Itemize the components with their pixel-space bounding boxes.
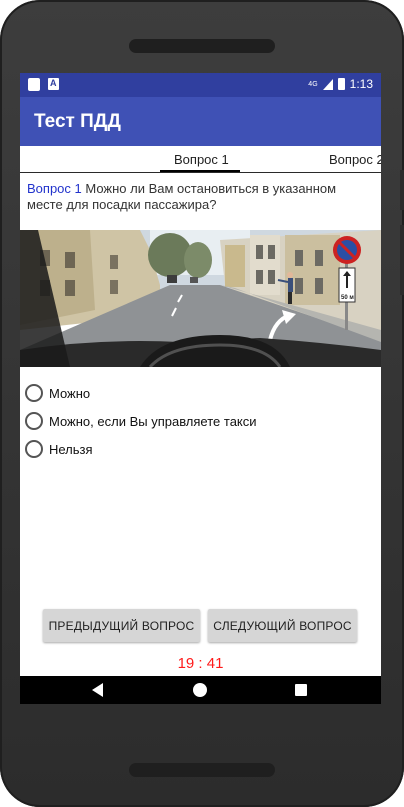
answer-label: Можно, если Вы управляете такси bbox=[49, 413, 257, 429]
question-image: 50 м bbox=[20, 230, 381, 367]
countdown-timer: 19 : 41 bbox=[177, 655, 224, 672]
signal-icon bbox=[322, 78, 333, 90]
sd-card-icon bbox=[28, 78, 40, 91]
radio-button-icon[interactable] bbox=[25, 440, 43, 458]
answer-option-2[interactable]: Можно, если Вы управляете такси bbox=[25, 407, 257, 435]
answer-list: Можно Можно, если Вы управляете такси Не… bbox=[25, 379, 257, 463]
status-bar: 4G 1:13 bbox=[20, 73, 381, 97]
answer-label: Можно bbox=[49, 385, 91, 401]
bottom-speaker bbox=[129, 763, 275, 777]
answer-option-1[interactable]: Можно bbox=[25, 379, 257, 407]
previous-question-button[interactable]: ПРЕДЫДУЩИЙ ВОПРОС bbox=[43, 609, 200, 642]
recents-icon[interactable] bbox=[295, 684, 307, 696]
tab-bar: Вопрос 1 Вопрос 2 bbox=[20, 146, 381, 173]
answer-option-3[interactable]: Нельзя bbox=[25, 435, 257, 463]
back-icon[interactable] bbox=[92, 683, 103, 697]
home-icon[interactable] bbox=[193, 683, 207, 697]
question-text: Вопрос 1 Можно ли Вам остановиться в ука… bbox=[27, 181, 367, 213]
device-screen: 4G 1:13 Тест ПДД Вопрос 1 Вопрос 2 Вопро… bbox=[20, 73, 381, 704]
power-button bbox=[400, 170, 404, 210]
app-title: Тест ПДД bbox=[34, 111, 121, 132]
next-question-button[interactable]: СЛЕДУЮЩИЙ ВОПРОС bbox=[208, 609, 357, 642]
tab-indicator bbox=[160, 170, 240, 172]
sign-distance-label: 50 м bbox=[341, 295, 354, 301]
answer-label: Нельзя bbox=[49, 441, 93, 457]
battery-icon bbox=[337, 78, 345, 90]
radio-button-icon[interactable] bbox=[25, 384, 43, 402]
system-nav-bar bbox=[20, 676, 381, 704]
volume-button bbox=[400, 225, 404, 295]
network-type: 4G bbox=[308, 80, 318, 88]
tab-question-1[interactable]: Вопрос 1 bbox=[174, 152, 229, 167]
notification-a-icon bbox=[48, 78, 59, 90]
clock: 1:13 bbox=[349, 77, 373, 91]
tab-question-2[interactable]: Вопрос 2 bbox=[329, 152, 381, 167]
question-number: Вопрос 1 bbox=[27, 181, 82, 196]
app-bar: Тест ПДД bbox=[20, 97, 381, 146]
top-speaker bbox=[129, 39, 275, 53]
radio-button-icon[interactable] bbox=[25, 412, 43, 430]
